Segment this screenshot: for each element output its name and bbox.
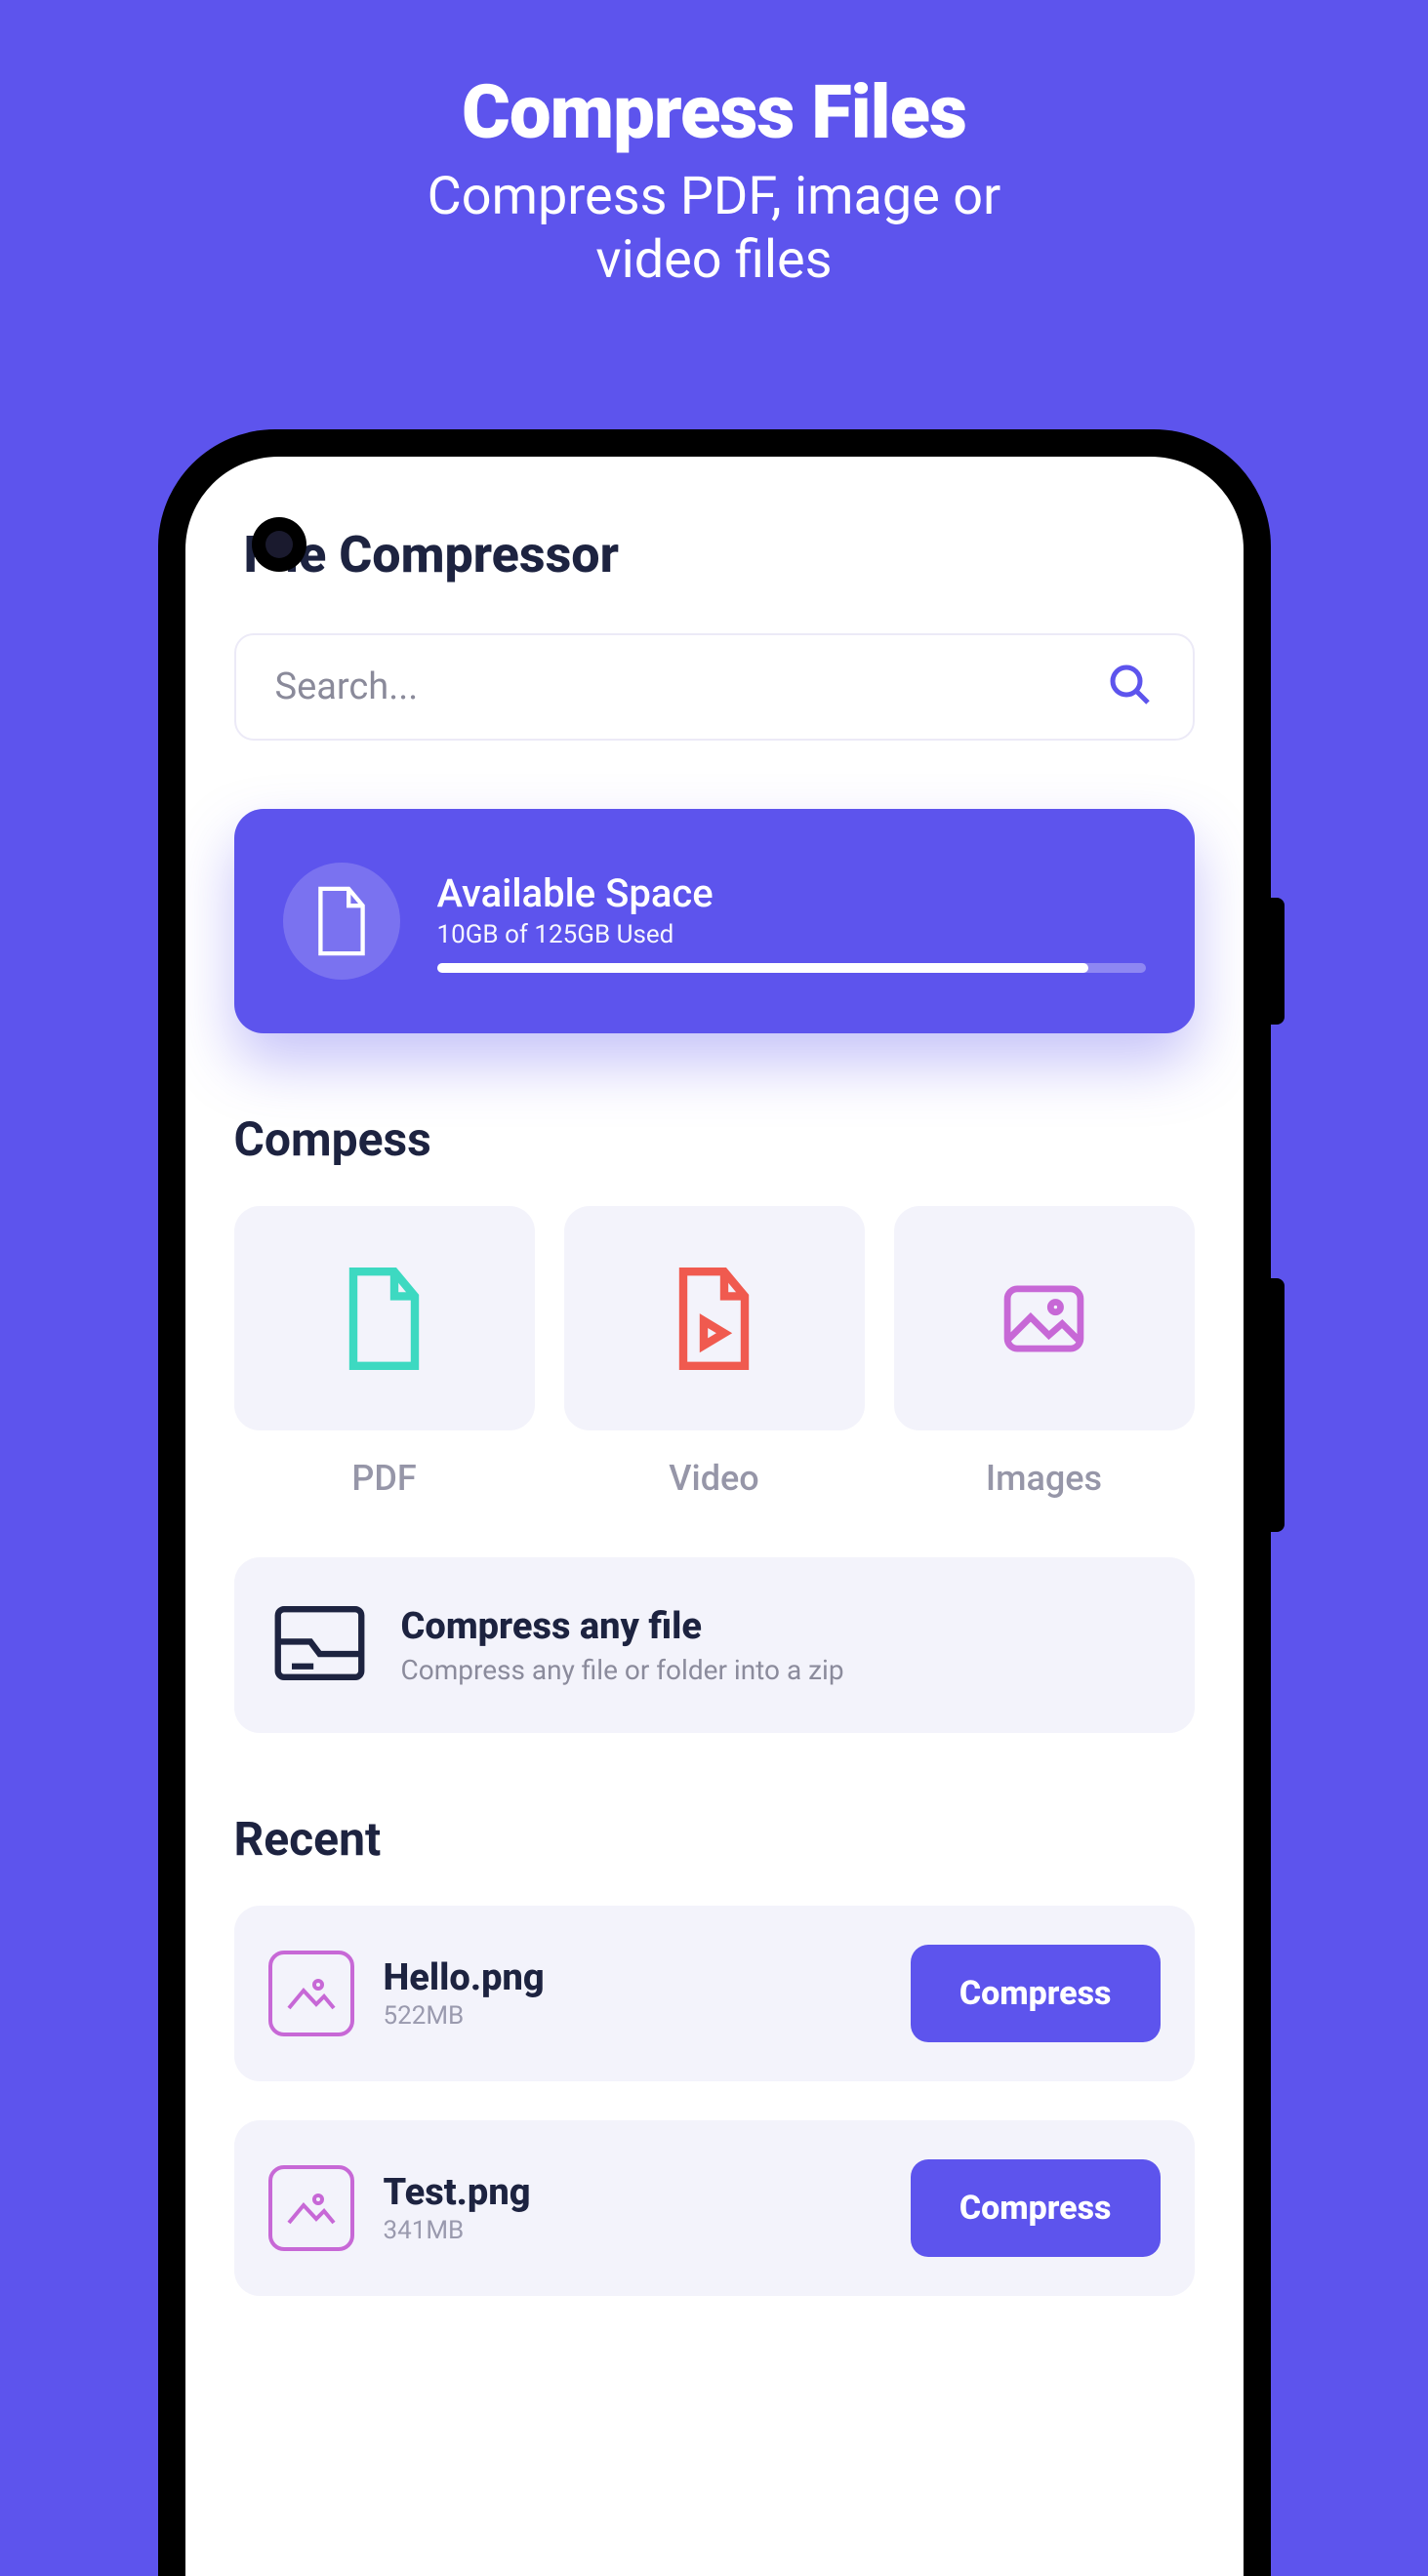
recent-filesize: 341MB <box>384 2216 881 2245</box>
storage-progress <box>437 963 1146 973</box>
recent-filename: Test.png <box>384 2171 881 2214</box>
compress-tile-images[interactable]: Images <box>894 1206 1195 1499</box>
recent-info: Hello.png 522MB <box>384 1956 881 2031</box>
storage-card[interactable]: Available Space 10GB of 125GB Used <box>234 809 1195 1033</box>
recent-filesize: 522MB <box>384 2001 881 2031</box>
search-icon[interactable] <box>1107 662 1154 712</box>
recent-item[interactable]: Test.png 341MB Compress <box>234 2120 1195 2296</box>
any-file-subtitle: Compress any file or folder into a zip <box>401 1654 844 1686</box>
phone-frame: File Compressor Search... Available Spac… <box>158 429 1271 2576</box>
tile-label: Images <box>986 1458 1102 1499</box>
storage-title: Available Space <box>437 870 1146 916</box>
storage-subtitle: 10GB of 125GB Used <box>437 920 1146 949</box>
compress-button[interactable]: Compress <box>911 2159 1161 2257</box>
recent-info: Test.png 341MB <box>384 2171 881 2245</box>
any-file-text: Compress any file Compress any file or f… <box>401 1605 844 1686</box>
folder-icon <box>273 1604 366 1686</box>
phone-side-button <box>1271 1278 1285 1532</box>
section-recent-title: Recent <box>234 1811 1195 1867</box>
compress-button[interactable]: Compress <box>911 1945 1161 2042</box>
compress-grid: PDF Video <box>234 1206 1195 1499</box>
storage-info: Available Space 10GB of 125GB Used <box>437 870 1146 973</box>
storage-progress-fill <box>437 963 1089 973</box>
file-icon <box>283 863 400 980</box>
search-input[interactable]: Search... <box>234 633 1195 741</box>
phone-camera <box>252 517 306 572</box>
compress-tile-video[interactable]: Video <box>564 1206 865 1499</box>
tile-label: Video <box>669 1458 758 1499</box>
compress-any-file-card[interactable]: Compress any file Compress any file or f… <box>234 1557 1195 1733</box>
phone-screen: File Compressor Search... Available Spac… <box>185 457 1244 2576</box>
section-compress-title: Compess <box>234 1111 1195 1167</box>
compress-tile-pdf[interactable]: PDF <box>234 1206 535 1499</box>
image-icon <box>268 2165 354 2251</box>
recent-filename: Hello.png <box>384 1956 881 1999</box>
any-file-title: Compress any file <box>401 1605 844 1648</box>
search-placeholder: Search... <box>275 665 419 708</box>
tile-label: PDF <box>351 1458 416 1499</box>
hero-subtitle: Compress PDF, image or video files <box>0 166 1428 293</box>
image-icon <box>268 1951 354 2036</box>
recent-item[interactable]: Hello.png 522MB Compress <box>234 1906 1195 2081</box>
phone-side-button <box>1271 898 1285 1025</box>
app-title: File Compressor <box>244 525 1195 584</box>
hero-title: Compress Files <box>0 68 1428 156</box>
promo-hero: Compress Files Compress PDF, image or vi… <box>0 0 1428 293</box>
